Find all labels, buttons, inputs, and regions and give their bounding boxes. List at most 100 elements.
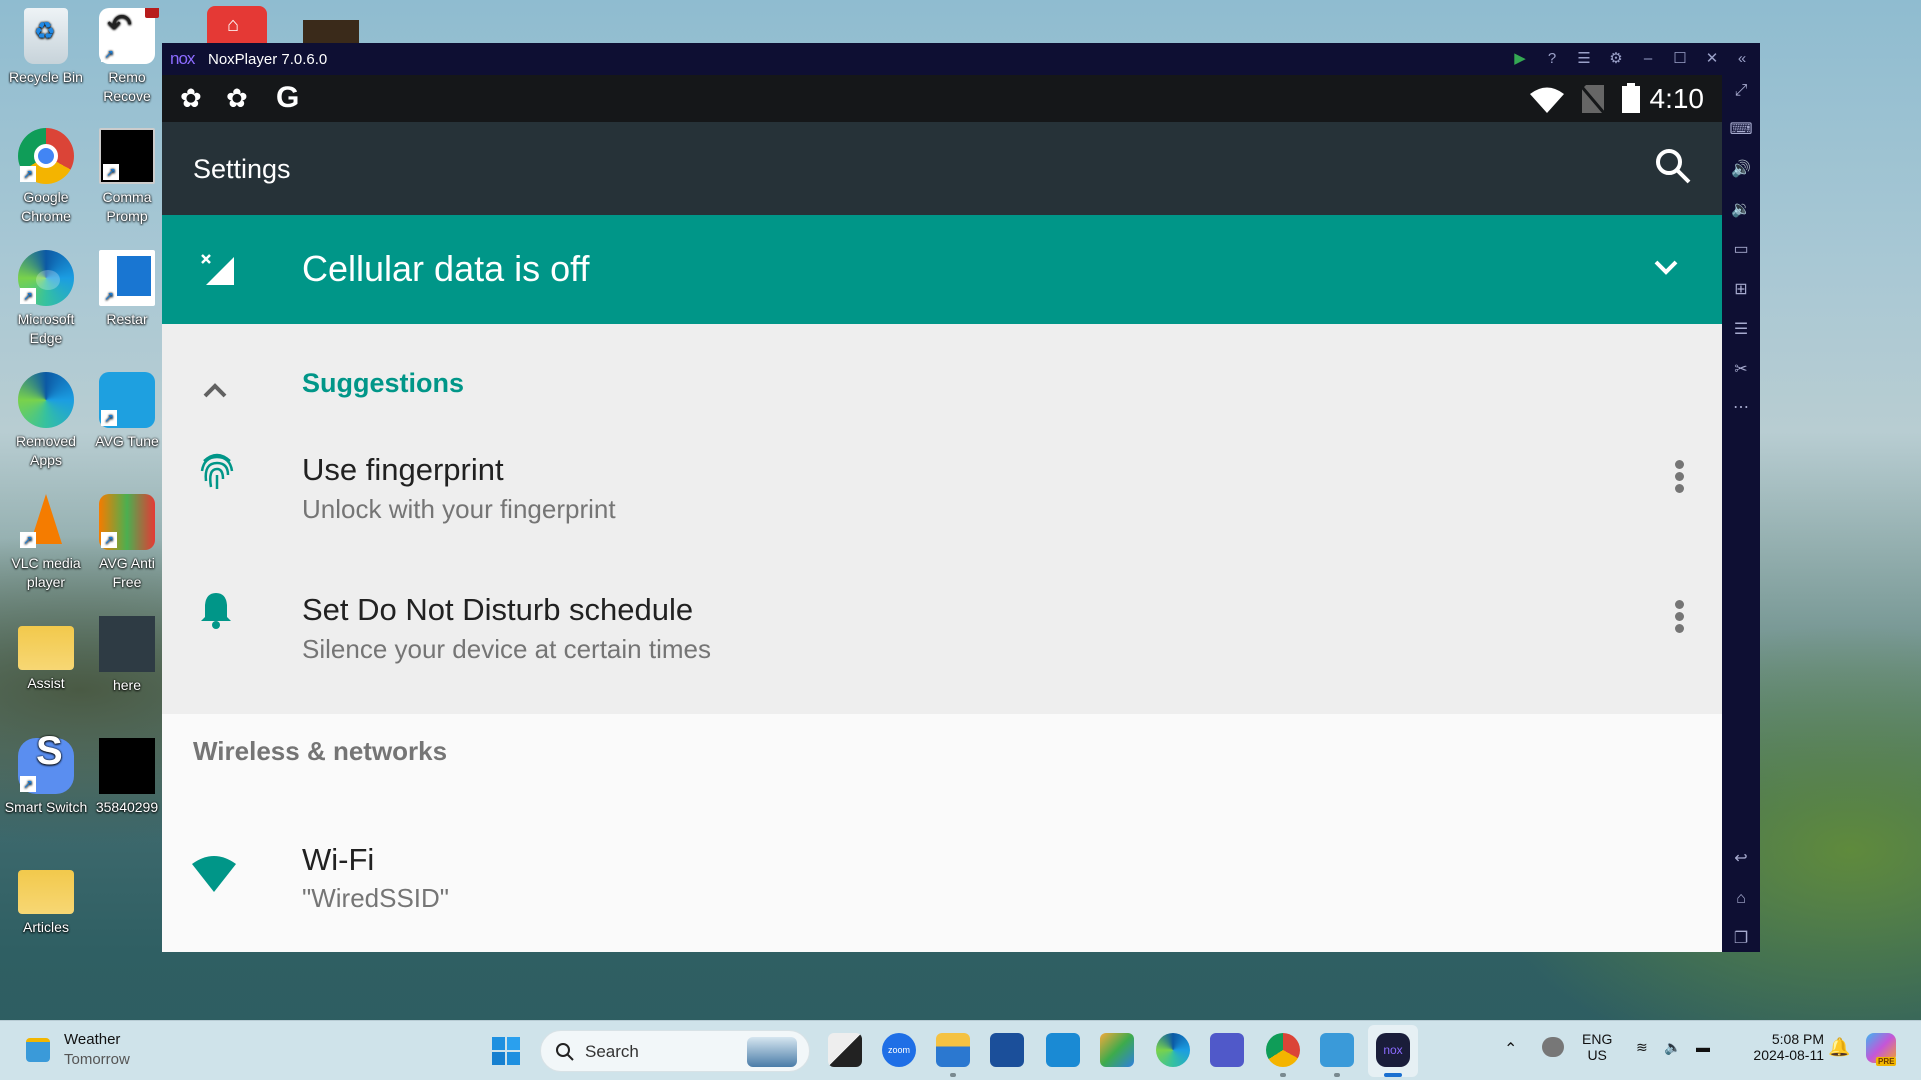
battery-icon <box>1622 83 1640 113</box>
noxplayer-icon: nox <box>1376 1033 1410 1067</box>
desktop-icon-smart-switch[interactable]: S ↗ Smart Switch <box>0 731 92 817</box>
gear-icon[interactable]: ⚙ <box>1604 47 1628 71</box>
desktop-icon-image[interactable] <box>303 20 359 43</box>
running-indicator <box>1334 1073 1340 1077</box>
more-options-icon[interactable] <box>1675 600 1685 636</box>
desktop-icon-avg-antivirus[interactable]: ↗ AVG Anti Free <box>92 494 162 592</box>
recents-icon[interactable]: ❐ <box>1729 927 1753 951</box>
desktop-icon-chrome[interactable]: ↗ Google Chrome <box>0 128 92 226</box>
noxplayer-window[interactable]: nox NoxPlayer 7.0.6.0 ▶ ? ☰ ⚙ – ☐ ✕ « ✿ … <box>162 43 1760 952</box>
active-indicator <box>1384 1073 1402 1077</box>
desktop-icon-command-prompt[interactable]: ↗ Comma Promp <box>92 128 162 226</box>
home-icon[interactable]: ⌂ <box>1729 887 1753 911</box>
settings-app-bar: Settings <box>162 122 1722 215</box>
wifi-icon[interactable]: ≋ <box>1636 1039 1648 1056</box>
desktop-icon-here[interactable]: here <box>92 616 162 695</box>
cellular-data-banner[interactable]: Cellular data is off <box>162 215 1722 324</box>
notepad-icon[interactable] <box>1320 1033 1354 1067</box>
android-screen[interactable]: ✿ ✿ G 4:10 Settings Cellular data is off… <box>162 75 1722 952</box>
volume-icon[interactable]: 🔈 <box>1664 1039 1681 1056</box>
banner-text: Cellular data is off <box>302 248 590 289</box>
app-notification-icon: ✿ <box>226 83 248 113</box>
photos-icon[interactable] <box>1100 1033 1134 1067</box>
desktop-icon-edge[interactable]: ↗ Microsoft Edge <box>0 250 92 348</box>
recycle-bin-icon: ♻ <box>24 8 68 64</box>
avg-antivirus-icon: ↗ <box>99 494 155 550</box>
status-clock: 4:10 <box>1649 83 1705 114</box>
taskbar-search[interactable]: Search <box>540 1030 810 1072</box>
lock-wifi-icon: ⌂ <box>227 14 240 36</box>
desktop-icon-35840299[interactable]: 35840299 <box>92 738 162 817</box>
search-icon[interactable] <box>1655 148 1691 184</box>
show-hidden-icons-chevron[interactable]: ⌃ <box>1504 1039 1517 1059</box>
setting-title: Wi-Fi <box>302 842 375 877</box>
collapse-sidebar-icon[interactable]: « <box>1730 47 1754 71</box>
edge-icon[interactable] <box>1156 1033 1190 1067</box>
restart-icon: ↗ <box>99 250 155 306</box>
vlc-icon: ↗ <box>18 494 74 550</box>
file-explorer-icon[interactable] <box>936 1033 970 1067</box>
calendar-icon <box>26 1038 50 1062</box>
title-bar[interactable]: nox NoxPlayer 7.0.6.0 ▶ ? ☰ ⚙ – ☐ ✕ « <box>162 43 1760 75</box>
zoom-icon[interactable]: zoom <box>882 1033 916 1067</box>
more-options-icon[interactable] <box>1675 460 1685 496</box>
phone-link-icon[interactable] <box>1046 1033 1080 1067</box>
desktop-icon-recycle-bin[interactable]: ♻ Recycle Bin <box>0 8 92 87</box>
chevron-up-icon[interactable] <box>202 381 228 399</box>
suggestion-title: Set Do Not Disturb schedule <box>302 592 694 627</box>
more-icon[interactable]: ⋯ <box>1729 396 1753 420</box>
multi-instance-icon[interactable]: ☰ <box>1729 318 1753 342</box>
app-notification-icon: ✿ <box>180 83 202 113</box>
volume-down-icon[interactable]: 🔉 <box>1729 198 1753 222</box>
clock[interactable]: 5:08 PM 2024-08-11 <box>1740 1031 1824 1063</box>
language: ENG <box>1582 1031 1613 1047</box>
suggestions-header[interactable]: Suggestions <box>302 368 464 399</box>
image-thumbnail-icon <box>99 616 155 672</box>
close-button[interactable]: ✕ <box>1700 47 1724 71</box>
cellular-off-icon <box>201 254 234 285</box>
minimize-button[interactable]: – <box>1636 47 1660 71</box>
folder-icon <box>18 870 74 914</box>
suggestion-subtitle: Silence your device at certain times <box>302 634 711 664</box>
desktop-icon-vlc[interactable]: ↗ VLC media player <box>0 494 92 592</box>
taskbar: Weather Tomorrow Search zoom nox ⌃ ENG US… <box>0 1020 1921 1080</box>
desktop-icon-vpn[interactable]: ⌂ <box>207 6 267 43</box>
back-icon[interactable]: ↩ <box>1729 847 1753 871</box>
copilot-badge: PRE <box>1876 1057 1897 1066</box>
start-button[interactable] <box>492 1037 520 1065</box>
help-icon[interactable]: ? <box>1540 47 1564 71</box>
language-indicator[interactable]: ENG US <box>1582 1031 1612 1063</box>
maximize-button[interactable]: ☐ <box>1668 47 1692 71</box>
notification-bell-icon[interactable]: 🔔 <box>1828 1037 1850 1058</box>
desktop-icon-remo-recover[interactable]: ↶ ↗ Remo Recove <box>92 8 162 106</box>
chevron-down-icon[interactable] <box>1653 259 1679 277</box>
teams-icon[interactable] <box>1210 1033 1244 1067</box>
onedrive-warning-icon[interactable] <box>1542 1037 1564 1057</box>
window-title: NoxPlayer 7.0.6.0 <box>208 51 328 68</box>
desktop-icon-avg-tuneup[interactable]: ↗ AVG Tune <box>92 372 162 451</box>
screen-icon[interactable]: ▭ <box>1729 238 1753 262</box>
chrome-icon[interactable] <box>1266 1033 1300 1067</box>
desktop-icon-restart[interactable]: ↗ Restar <box>92 250 162 329</box>
search-label: Search <box>585 1042 639 1061</box>
date: 2024-08-11 <box>1753 1047 1824 1063</box>
apk-install-icon[interactable]: ⊞ <box>1729 278 1753 302</box>
keyboard-icon[interactable]: ⌨ <box>1729 118 1753 142</box>
battery-charging-icon[interactable]: ▬ <box>1696 1039 1710 1055</box>
bell-icon <box>201 593 231 629</box>
weather-title: Weather <box>64 1031 121 1048</box>
desktop-icon-articles[interactable]: Articles <box>0 860 92 937</box>
microsoft-store-icon[interactable] <box>990 1033 1024 1067</box>
desktop-icon-assist[interactable]: Assist <box>0 616 92 693</box>
task-view-icon[interactable] <box>828 1033 862 1067</box>
menu-icon[interactable]: ☰ <box>1572 47 1596 71</box>
no-sim-icon <box>1582 85 1604 113</box>
suggestion-title: Use fingerprint <box>302 452 504 487</box>
fullscreen-icon[interactable]: ⤢ <box>1729 79 1753 103</box>
volume-up-icon[interactable]: 🔊 <box>1729 158 1753 182</box>
desktop-icon-removed-apps[interactable]: Removed Apps <box>0 372 92 470</box>
running-indicator <box>950 1073 956 1077</box>
scissors-icon[interactable]: ✂ <box>1729 358 1753 382</box>
play-store-icon[interactable]: ▶ <box>1508 47 1532 71</box>
image-thumbnail-icon <box>99 738 155 794</box>
